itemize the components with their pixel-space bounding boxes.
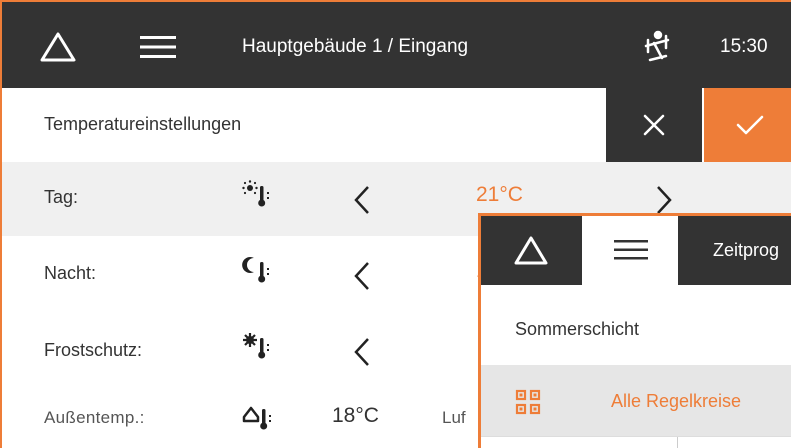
page-title: Hauptgebäude 1 / Eingang bbox=[242, 36, 469, 57]
list-item-label: Sommerschicht bbox=[515, 319, 640, 339]
row-label: Frostschutz: bbox=[44, 340, 143, 360]
confirm-button[interactable] bbox=[704, 88, 791, 162]
overlay-menu-button[interactable] bbox=[582, 216, 678, 285]
moon-thermometer-icon bbox=[242, 257, 269, 283]
outside-temp-value: 18°C bbox=[332, 404, 379, 427]
list-item bbox=[481, 436, 791, 448]
grid-icon bbox=[515, 389, 541, 415]
list-item-label: Alle Regelkreise bbox=[611, 391, 742, 411]
section-title: Temperatureinstellungen bbox=[44, 114, 242, 134]
decrease-arrow-icon[interactable] bbox=[352, 185, 372, 215]
decrease-arrow-icon[interactable] bbox=[352, 337, 372, 367]
clock: 15:30 bbox=[720, 36, 768, 57]
overlay-title: Zeitprog bbox=[713, 240, 780, 260]
settings-header: Temperatureinstellungen bbox=[2, 88, 791, 162]
row-label: Tag: bbox=[44, 187, 79, 207]
close-icon bbox=[643, 114, 665, 136]
main-screen: Hauptgebäude 1 / Eingang 15:30 Temperatu… bbox=[0, 0, 791, 448]
check-icon bbox=[736, 115, 763, 135]
satellite-icon bbox=[644, 30, 670, 62]
humidity-label: Luf bbox=[442, 408, 466, 427]
list-item-selected[interactable]: Alle Regelkreise bbox=[481, 365, 791, 436]
list-item[interactable]: Sommerschicht bbox=[481, 285, 791, 365]
sun-thermometer-icon bbox=[242, 180, 269, 207]
outside-temp-label: Außentemp.: bbox=[44, 408, 145, 427]
increase-arrow-icon[interactable] bbox=[654, 185, 674, 215]
house-thermometer-icon bbox=[242, 406, 271, 430]
hamburger-menu-icon bbox=[614, 240, 648, 260]
overlay-screen: Zeitprog Sommerschicht Alle Regelkreise bbox=[478, 213, 791, 448]
row-label: Nacht: bbox=[44, 263, 97, 283]
hamburger-menu-icon[interactable] bbox=[140, 35, 176, 59]
top-bar: Hauptgebäude 1 / Eingang 15:30 bbox=[2, 2, 791, 88]
cancel-button[interactable] bbox=[606, 88, 702, 162]
home-icon bbox=[514, 236, 548, 265]
overlay-home-button[interactable] bbox=[481, 216, 582, 285]
home-icon[interactable] bbox=[38, 28, 78, 64]
snowflake-thermometer-icon bbox=[243, 333, 269, 359]
decrease-arrow-icon[interactable] bbox=[352, 261, 372, 291]
divider bbox=[677, 437, 678, 448]
overlay-top-bar: Zeitprog bbox=[481, 216, 791, 285]
temperature-value: 21°C bbox=[476, 183, 523, 206]
